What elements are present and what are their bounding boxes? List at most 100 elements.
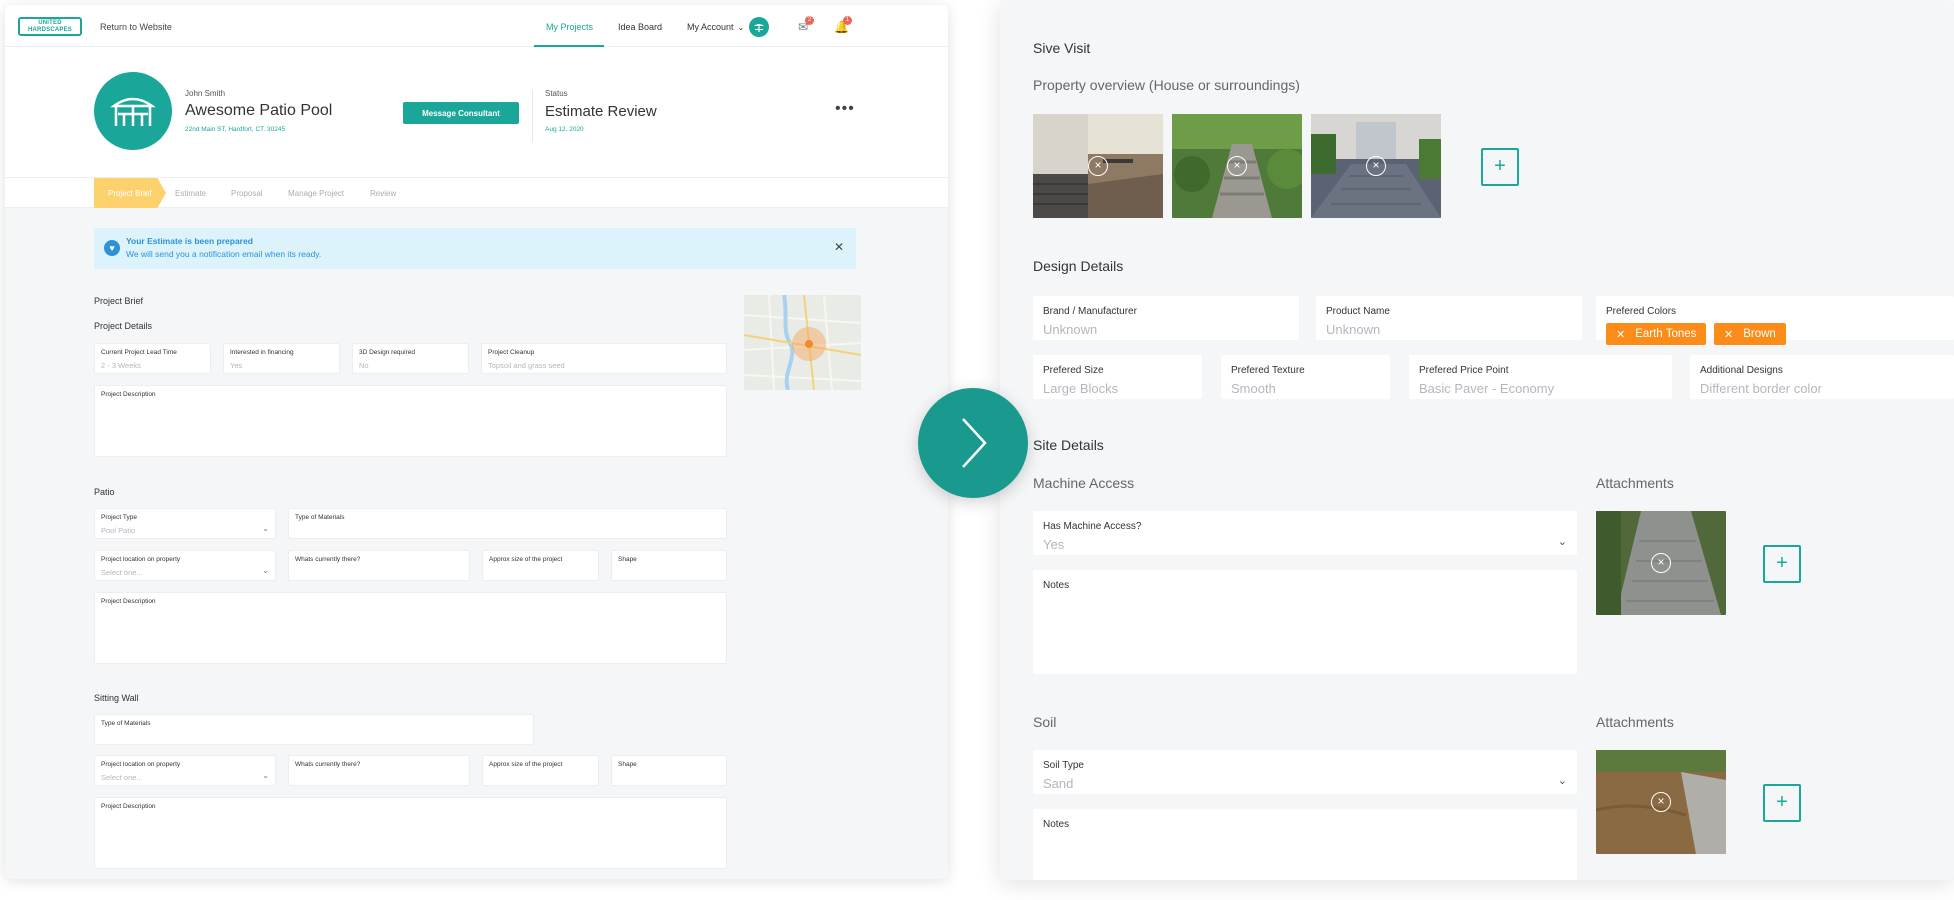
preferred-size-field[interactable]: Prefered Size Large Blocks [1033, 355, 1202, 399]
soil-type-select[interactable]: Soil Type Sand ⌄ [1033, 750, 1577, 794]
wall-materials-field[interactable]: Type of Materials [94, 714, 534, 745]
wall-size-field[interactable]: Approx size of the project [482, 755, 599, 786]
remove-chip-icon[interactable]: ✕ [1724, 328, 1733, 341]
field-label: Project Description [101, 598, 156, 605]
remove-chip-icon[interactable]: ✕ [1616, 328, 1625, 341]
return-to-website-link[interactable]: Return to Website [100, 22, 172, 32]
color-chip-brown[interactable]: ✕ Brown [1714, 323, 1786, 345]
field-value: Basic Paver - Economy [1419, 381, 1555, 396]
more-options-icon[interactable]: ••• [835, 100, 855, 118]
field-value: Sand [1043, 776, 1074, 791]
nav-my-projects[interactable]: My Projects [546, 22, 593, 32]
step-estimate[interactable]: Estimate [175, 178, 206, 208]
machine-access-select[interactable]: Has Machine Access? Yes ⌄ [1033, 511, 1577, 555]
remove-photo-icon[interactable]: × [1088, 156, 1108, 176]
project-header: John Smith Awesome Patio Pool 22nd Main … [5, 47, 948, 178]
user-avatar[interactable] [749, 17, 769, 37]
soil-notes-field[interactable]: Notes [1033, 809, 1577, 880]
property-photo-3[interactable]: × [1311, 114, 1441, 218]
remove-photo-icon[interactable]: × [1651, 553, 1671, 573]
field-label: Shape [618, 761, 637, 768]
financing-field[interactable]: Interested in financing Yes [223, 343, 340, 374]
company-logo[interactable]: UNITED HARDSCAPES [18, 17, 82, 36]
soil-attachment-photo[interactable]: × [1596, 750, 1726, 854]
project-steps: Project Brief Estimate Proposal Manage P… [5, 178, 948, 208]
canvas: UNITED HARDSCAPES Return to Website My Pr… [0, 0, 1954, 900]
patio-title: Patio [94, 487, 115, 497]
machine-attachment-photo[interactable]: × [1596, 511, 1726, 615]
field-label: Current Project Lead Time [101, 349, 177, 356]
transition-arrow [918, 388, 1028, 498]
wall-location-select[interactable]: Project location on property Select one.… [94, 755, 276, 786]
field-value: Smooth [1231, 381, 1276, 396]
add-machine-attachment-button[interactable]: + [1763, 545, 1801, 583]
add-soil-attachment-button[interactable]: + [1763, 784, 1801, 822]
step-proposal[interactable]: Proposal [231, 178, 263, 208]
step-review[interactable]: Review [370, 178, 396, 208]
property-photo-1[interactable]: × [1033, 114, 1163, 218]
preferred-texture-field[interactable]: Prefered Texture Smooth [1221, 355, 1390, 399]
nav-my-account-label: My Account [687, 22, 734, 32]
field-label: Project Cleanup [488, 349, 535, 356]
lead-time-field[interactable]: Current Project Lead Time 2 - 3 Weeks [94, 343, 211, 374]
wall-current-field[interactable]: Whats currently there? [288, 755, 470, 786]
step-project-brief[interactable]: Project Brief [94, 178, 166, 208]
field-label: Whats currently there? [295, 761, 361, 768]
project-owner: John Smith [185, 89, 226, 98]
project-details-title: Project Details [94, 321, 153, 331]
soil-attachments-title: Attachments [1596, 714, 1674, 730]
property-photo-2[interactable]: × [1172, 114, 1302, 218]
field-value: Yes [1043, 537, 1065, 552]
3d-design-field[interactable]: 3D Design required No [352, 343, 469, 374]
chip-label: Earth Tones [1635, 328, 1697, 340]
field-label: Project Description [101, 391, 156, 398]
preferred-price-field[interactable]: Prefered Price Point Basic Paver - Econo… [1409, 355, 1672, 399]
add-photo-button[interactable]: + [1481, 148, 1519, 186]
patio-description-field[interactable]: Project Description [94, 592, 727, 664]
field-label: Has Machine Access? [1043, 521, 1142, 532]
message-consultant-button[interactable]: Message Consultant [403, 102, 519, 124]
nav-idea-board[interactable]: Idea Board [618, 22, 662, 32]
machine-notes-field[interactable]: Notes [1033, 570, 1577, 674]
patio-materials-field[interactable]: Type of Materials [288, 508, 727, 539]
field-label: Interested in financing [230, 349, 294, 356]
remove-photo-icon[interactable]: × [1651, 792, 1671, 812]
chevron-down-icon: ⌄ [262, 566, 269, 575]
color-chip-earth-tones[interactable]: ✕ Earth Tones [1606, 323, 1707, 345]
patio-icon [754, 24, 764, 32]
project-description-field[interactable]: Project Description [94, 385, 727, 457]
wall-shape-field[interactable]: Shape [611, 755, 727, 786]
field-value: Unknown [1326, 322, 1381, 337]
patio-location-select[interactable]: Project location on property Select one.… [94, 550, 276, 581]
field-label: Prefered Texture [1231, 365, 1305, 376]
field-label: Soil Type [1043, 760, 1084, 771]
field-value: 2 - 3 Weeks [101, 361, 141, 370]
nav-my-account[interactable]: My Account ⌄ [687, 22, 744, 32]
close-icon[interactable]: ✕ [834, 240, 844, 254]
status-date: Aug 12, 2020 [545, 126, 584, 133]
product-name-field[interactable]: Product Name Unknown [1316, 296, 1582, 340]
step-manage-project[interactable]: Manage Project [288, 178, 344, 208]
preferred-colors-field[interactable]: Prefered Colors ✕ Earth Tones ✕ Brown [1596, 296, 1954, 345]
wall-description-field[interactable]: Project Description [94, 797, 727, 869]
field-label: Project location on property [101, 556, 181, 563]
inbox-badge: 2 [805, 16, 814, 25]
patio-shape-field[interactable]: Shape [611, 550, 727, 581]
status-label: Status [545, 89, 568, 98]
field-label: Project Description [101, 803, 156, 810]
field-value: Pool Patio [101, 526, 136, 535]
additional-designs-field[interactable]: Additional Designs Different border colo… [1690, 355, 1954, 399]
estimate-notice: ♥ Your Estimate is been prepared We will… [94, 228, 856, 269]
remove-photo-icon[interactable]: × [1366, 156, 1386, 176]
brand-field[interactable]: Brand / Manufacturer Unknown [1033, 296, 1299, 340]
project-location-map[interactable] [744, 295, 861, 390]
chevron-down-icon: ⌄ [262, 524, 269, 533]
map-image [744, 295, 861, 390]
patio-current-field[interactable]: Whats currently there? [288, 550, 470, 581]
patio-project-type-select[interactable]: Project Type Pool Patio ⌄ [94, 508, 276, 539]
field-label: Notes [1043, 819, 1070, 830]
cleanup-field[interactable]: Project Cleanup Topsoil and grass seed [481, 343, 727, 374]
patio-size-field[interactable]: Approx size of the project [482, 550, 599, 581]
machine-attachments-title: Attachments [1596, 475, 1674, 491]
remove-photo-icon[interactable]: × [1227, 156, 1247, 176]
